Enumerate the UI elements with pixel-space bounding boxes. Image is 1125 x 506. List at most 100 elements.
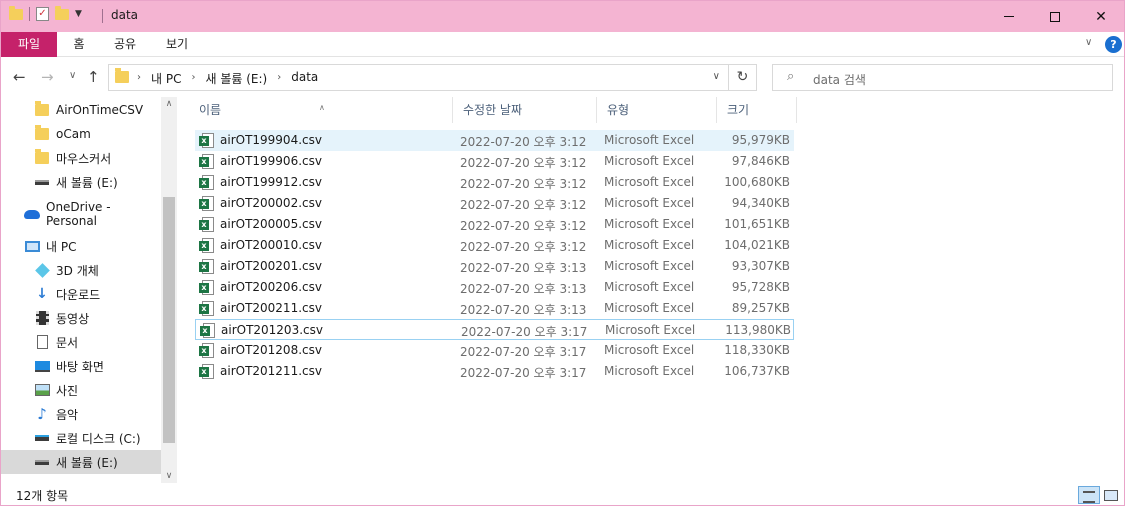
scrollbar-thumb[interactable] [163, 197, 175, 443]
tab-share[interactable]: 공유 [105, 32, 145, 57]
breadcrumb-chevron-icon[interactable]: › [277, 70, 281, 87]
up-arrow-icon[interactable]: ↑ [87, 68, 100, 86]
breadcrumb-item-pc[interactable]: 내 PC [151, 70, 181, 87]
file-row[interactable]: x airOT200206.csv 2022-07-20 오후 3:13 Micros… [195, 277, 794, 298]
expand-ribbon-chevron-icon[interactable]: ∨ [1085, 37, 1092, 48]
file-row[interactable]: x airOT200010.csv 2022-07-20 오후 3:12 Micros… [195, 235, 794, 256]
customize-toolbar-chevron-icon[interactable]: ▼ [75, 9, 82, 19]
address-row: ← → ∨ ↑ › 내 PC › 새 볼륨 (E:) › data ∨ ↻ ⌕ … [1, 58, 1124, 96]
file-size: 118,330KB [724, 343, 790, 357]
nav-item-local-disk-c[interactable]: 로컬 디스크 (C:) [1, 426, 161, 450]
file-row[interactable]: x airOT201203.csv 2022-07-20 오후 3:17 Micros… [195, 319, 794, 340]
nav-item-downloads[interactable]: ↓ 다운로드 [1, 282, 161, 306]
title-divider [102, 9, 103, 23]
file-type: Microsoft Excel ... [604, 280, 694, 294]
breadcrumb: › 내 PC › 새 볼륨 (E:) › data [137, 70, 318, 87]
file-row[interactable]: x airOT199904.csv 2022-07-20 오후 3:12 Micros… [195, 130, 794, 151]
maximize-button[interactable] [1032, 1, 1078, 32]
folder-icon [9, 5, 23, 20]
file-row[interactable]: x airOT200201.csv 2022-07-20 오후 3:13 Micros… [195, 256, 794, 277]
file-row[interactable]: x airOT201211.csv 2022-07-20 오후 3:17 Micros… [195, 361, 794, 382]
music-icon: ♪ [37, 405, 47, 423]
properties-icon[interactable]: ✓ [36, 7, 49, 21]
excel-file-icon: x [199, 175, 215, 190]
nav-item-label: 바탕 화면 [56, 359, 104, 374]
nav-item-pictures[interactable]: 사진 [1, 378, 161, 402]
file-date: 2022-07-20 오후 3:12 [460, 219, 587, 233]
nav-item-desktop[interactable]: 바탕 화면 [1, 354, 161, 378]
excel-file-icon: x [199, 217, 215, 232]
file-name: airOT201208.csv [220, 343, 322, 357]
status-bar: 12개 항목 [1, 483, 1124, 506]
tab-file[interactable]: 파일 [1, 32, 57, 57]
file-name: airOT199904.csv [220, 133, 322, 147]
nav-item-label: 다운로드 [56, 287, 101, 302]
tab-view[interactable]: 보기 [157, 32, 197, 57]
address-bar[interactable]: › 내 PC › 새 볼륨 (E:) › data ∨ [108, 64, 729, 91]
details-view-icon[interactable] [1078, 486, 1100, 504]
file-type: Microsoft Excel ... [604, 301, 694, 315]
nav-item-label: 새 볼륨 (E:) [56, 455, 118, 470]
column-header-date[interactable]: 수정한 날짜 [453, 97, 597, 123]
breadcrumb-chevron-icon[interactable]: › [191, 70, 195, 87]
search-input[interactable]: ⌕ data 검색 [772, 64, 1113, 91]
file-row[interactable]: x airOT200002.csv 2022-07-20 오후 3:12 Micros… [195, 193, 794, 214]
downloads-icon: ↓ [36, 286, 48, 302]
nav-item-3d-objects[interactable]: 3D 개체 [1, 258, 161, 282]
forward-arrow-icon[interactable]: → [41, 68, 54, 86]
file-row[interactable]: x airOT200211.csv 2022-07-20 오후 3:13 Micros… [195, 298, 794, 319]
new-folder-icon[interactable] [55, 5, 69, 20]
quick-access-toolbar: ✓ ▼ [9, 5, 82, 21]
nav-item-this-pc[interactable]: 내 PC [1, 234, 161, 258]
refresh-button[interactable]: ↻ [729, 64, 757, 91]
nav-scrollbar[interactable]: ∧ ∨ [161, 97, 177, 483]
excel-file-icon: x [199, 154, 215, 169]
nav-item-documents[interactable]: 문서 [1, 330, 161, 354]
file-row[interactable]: x airOT201208.csv 2022-07-20 오후 3:17 Micros… [195, 340, 794, 361]
file-name: airOT200010.csv [220, 238, 322, 252]
file-name: airOT200211.csv [220, 301, 322, 315]
scroll-down-chevron-icon[interactable]: ∨ [161, 471, 177, 481]
close-icon: ✕ [1095, 8, 1107, 25]
window-title: data [111, 8, 139, 22]
nav-item-ocam[interactable]: oCam [1, 122, 161, 146]
large-icons-view-icon[interactable] [1102, 486, 1120, 504]
file-date: 2022-07-20 오후 3:13 [460, 303, 587, 317]
nav-item-aironTimeCSV[interactable]: AirOnTimeCSV [1, 98, 161, 122]
nav-item-onedrive[interactable]: OneDrive - Personal [1, 200, 161, 228]
file-row[interactable]: x airOT200005.csv 2022-07-20 오후 3:12 Micros… [195, 214, 794, 235]
column-header-name[interactable]: 이름 ∧ [189, 97, 453, 123]
column-header-size[interactable]: 크기 [717, 97, 797, 123]
file-row[interactable]: x airOT199906.csv 2022-07-20 오후 3:12 Micros… [195, 151, 794, 172]
file-size: 95,728KB [731, 280, 790, 294]
nav-item-volume-e-quick[interactable]: 새 볼륨 (E:) [1, 170, 161, 194]
file-type: Microsoft Excel ... [604, 133, 694, 147]
column-header-type[interactable]: 유형 [597, 97, 717, 123]
file-size: 101,651KB [724, 217, 790, 231]
address-dropdown-chevron-icon[interactable]: ∨ [713, 71, 720, 82]
folder-icon [34, 101, 50, 118]
ribbon-tabs: 파일 홈 공유 보기 ∨ ? [1, 32, 1124, 57]
desktop-icon [34, 358, 50, 374]
file-name: airOT200201.csv [220, 259, 322, 273]
file-row[interactable]: x airOT199912.csv 2022-07-20 오후 3:12 Micros… [195, 172, 794, 193]
file-type: Microsoft Excel ... [604, 259, 694, 273]
nav-item-label: 동영상 [56, 311, 90, 326]
breadcrumb-item-data[interactable]: data [291, 70, 318, 87]
nav-item-mouse-cursor[interactable]: 마우스커서 [1, 146, 161, 170]
breadcrumb-chevron-icon[interactable]: › [137, 70, 141, 87]
help-icon[interactable]: ? [1105, 36, 1122, 53]
scroll-up-chevron-icon[interactable]: ∧ [161, 99, 177, 109]
close-button[interactable]: ✕ [1078, 1, 1124, 32]
file-size: 93,307KB [731, 259, 790, 273]
nav-item-volume-e[interactable]: 새 볼륨 (E:) [1, 450, 161, 474]
breadcrumb-item-volume[interactable]: 새 볼륨 (E:) [205, 70, 267, 87]
nav-item-music[interactable]: ♪ 음악 [1, 402, 161, 426]
file-type: Microsoft Excel ... [604, 364, 694, 378]
folder-icon [34, 125, 50, 142]
nav-item-videos[interactable]: 동영상 [1, 306, 161, 330]
minimize-button[interactable] [986, 1, 1032, 32]
tab-home[interactable]: 홈 [63, 32, 95, 57]
back-arrow-icon[interactable]: ← [13, 68, 26, 86]
recent-locations-chevron-icon[interactable]: ∨ [69, 70, 76, 81]
